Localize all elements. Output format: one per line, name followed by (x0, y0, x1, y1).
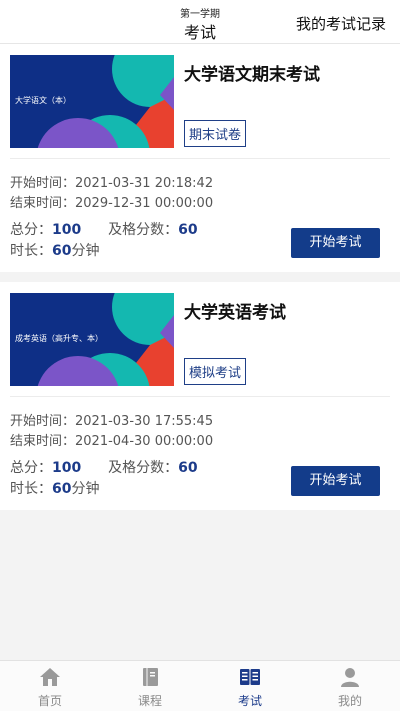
user-icon (341, 668, 359, 687)
tab-label: 首页 (37, 694, 62, 708)
start-exam-button[interactable]: 开始考试 (291, 228, 380, 258)
score-line: 总分：100 及格分数：60 (10, 457, 198, 477)
exam-cover-image: 大学语文（本） (10, 55, 174, 148)
end-time-label: 结束时间： (10, 196, 76, 211)
exam-title: 大学语文期末考试 (184, 65, 320, 85)
start-time-label: 开始时间： (10, 414, 76, 429)
divider (10, 158, 390, 159)
end-time-line: 结束时间：2029-12-31 00:00:00 (10, 192, 213, 211)
exam-icon (240, 669, 260, 685)
total-score-value: 100 (52, 460, 82, 476)
start-time-line: 开始时间：2021-03-31 20:18:42 (10, 172, 213, 191)
bottom-tab-bar: 首页 课程 考试 我的 (0, 660, 400, 711)
tab-label: 课程 (137, 694, 162, 708)
tab-exam[interactable]: 考试 (200, 661, 300, 711)
end-time-value: 2029-12-31 00:00:00 (75, 196, 214, 211)
top-bar: 第一学期 考试 我的考试记录 (0, 0, 400, 44)
my-exam-records-link[interactable]: 我的考试记录 (296, 13, 386, 34)
start-time-line: 开始时间：2021-03-30 17:55:45 (10, 410, 213, 429)
total-score-label: 总分： (10, 222, 52, 238)
duration-label: 时长： (10, 481, 52, 497)
duration-label: 时长： (10, 243, 52, 259)
end-time-line: 结束时间：2021-04-30 00:00:00 (10, 430, 213, 449)
duration-unit: 分钟 (71, 243, 100, 259)
tab-course[interactable]: 课程 (100, 661, 200, 711)
start-time-value: 2021-03-31 20:18:42 (75, 176, 214, 191)
score-line: 总分：100 及格分数：60 (10, 219, 198, 239)
start-time-value: 2021-03-30 17:55:45 (75, 414, 214, 429)
tab-mine[interactable]: 我的 (300, 661, 400, 711)
pass-score-value: 60 (178, 222, 198, 238)
tab-label: 考试 (237, 694, 262, 708)
cover-label: 成考英语（高升专、本） (15, 334, 103, 343)
book-icon (143, 668, 158, 686)
end-time-value: 2021-04-30 00:00:00 (75, 434, 214, 449)
duration-value: 60 (52, 243, 72, 259)
pass-score-label: 及格分数： (108, 222, 179, 238)
home-icon (40, 668, 60, 686)
duration-unit: 分钟 (71, 481, 100, 497)
cover-label: 大学语文（本） (15, 96, 71, 105)
divider (10, 396, 390, 397)
tab-home[interactable]: 首页 (0, 661, 100, 711)
exam-type-tag: 期末试卷 (184, 120, 247, 147)
duration-line: 时长：60分钟 (10, 240, 99, 260)
duration-line: 时长：60分钟 (10, 478, 99, 498)
start-time-label: 开始时间： (10, 176, 76, 191)
exam-card[interactable]: 成考英语（高升专、本） 大学英语考试 模拟考试 开始时间：2021-03-30 … (0, 282, 400, 510)
total-score-label: 总分： (10, 460, 52, 476)
pass-score-value: 60 (178, 460, 198, 476)
pass-score-label: 及格分数： (108, 460, 179, 476)
exam-card[interactable]: 大学语文（本） 大学语文期末考试 期末试卷 开始时间：2021-03-31 20… (0, 44, 400, 272)
exam-type-tag: 模拟考试 (184, 358, 247, 385)
end-time-label: 结束时间： (10, 434, 76, 449)
start-exam-button[interactable]: 开始考试 (291, 466, 380, 496)
total-score-value: 100 (52, 222, 82, 238)
duration-value: 60 (52, 481, 72, 497)
exam-cover-image: 成考英语（高升专、本） (10, 293, 174, 386)
exam-title: 大学英语考试 (184, 303, 286, 323)
tab-label: 我的 (337, 694, 362, 708)
